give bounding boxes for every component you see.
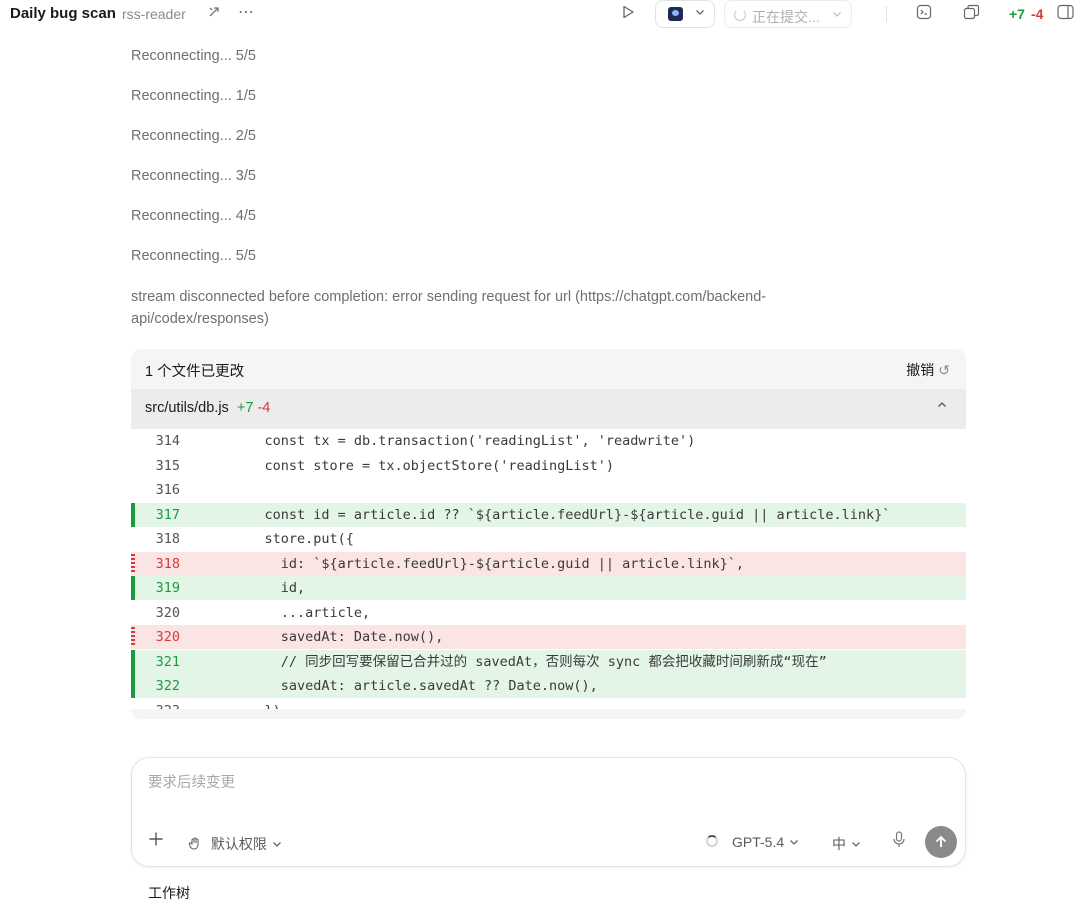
terminal-icon[interactable]: [916, 4, 932, 24]
code-text: ...article,: [232, 604, 371, 621]
diff-line: 320 ...article,: [131, 601, 966, 625]
line-number: 320: [155, 629, 180, 645]
diff-line: 314 const tx = db.transaction('readingLi…: [131, 429, 966, 453]
changes-header: 1 个文件已更改 撤销 ↺: [131, 349, 966, 389]
copy-windows-icon[interactable]: [963, 4, 980, 24]
line-number: 315: [155, 457, 180, 474]
loading-spinner-icon: [706, 835, 718, 847]
line-number: 323: [131, 699, 180, 710]
chevron-up-icon[interactable]: [936, 399, 948, 414]
diff-line-added: 319 id,: [131, 576, 966, 600]
log-message: Reconnecting... 1/5: [131, 88, 256, 104]
line-number: 316: [155, 482, 180, 498]
model-label: GPT-5.4: [732, 834, 785, 850]
reasoning-dropdown[interactable]: 中: [832, 834, 862, 854]
diff-line-added: 322 savedAt: article.savedAt ?? Date.now…: [131, 674, 966, 698]
project-name[interactable]: rss-reader: [122, 6, 186, 22]
line-number: 317: [155, 506, 180, 523]
chevron-down-icon: [850, 836, 862, 852]
chevron-down-icon: [831, 7, 843, 25]
more-icon[interactable]: ⋯: [238, 4, 255, 22]
diff-line: 315 const store = tx.objectStore('readin…: [131, 454, 966, 478]
code-text: savedAt: Date.now(),: [191, 625, 966, 649]
log-message: Reconnecting... 4/5: [131, 208, 256, 224]
diff-line: 323 }): [131, 699, 966, 710]
error-message: stream disconnected before completion: e…: [131, 289, 767, 327]
undo-label: 撤销: [906, 362, 935, 378]
line-number: 320: [155, 604, 180, 621]
model-dropdown[interactable]: GPT-5.4: [732, 834, 800, 850]
commit-status-button[interactable]: 正在提交...: [724, 0, 852, 28]
diff-line-added: 317 const id = article.id ?? `${article.…: [131, 502, 966, 527]
code-text: store.put({: [232, 531, 354, 547]
hand-icon: [188, 836, 206, 852]
app-icon: [668, 7, 683, 21]
log-message: Reconnecting... 5/5: [131, 48, 256, 64]
send-button[interactable]: [925, 826, 957, 858]
code-text: }): [191, 699, 966, 710]
code-text: const id = article.id ?? `${article.feed…: [191, 502, 966, 527]
branch-icon[interactable]: [206, 4, 222, 24]
plus-icon: [149, 832, 163, 846]
file-added-count: +7: [236, 400, 254, 416]
log-message: Reconnecting... 3/5: [131, 168, 256, 184]
line-number: 319: [155, 580, 180, 596]
diff-view: 314 const tx = db.transaction('readingLi…: [131, 429, 966, 709]
spinner-icon: [734, 9, 746, 21]
changes-card: 1 个文件已更改 撤销 ↺ src/utils/db.js +7 -4 314 c…: [131, 349, 966, 719]
app-selector[interactable]: [655, 0, 715, 28]
arrow-up-icon: [935, 835, 947, 847]
line-number: 322: [155, 678, 180, 694]
follow-up-input[interactable]: [146, 774, 950, 792]
file-removed-count: -4: [257, 400, 271, 416]
line-number: 321: [155, 653, 180, 670]
log-message: Reconnecting... 2/5: [131, 128, 256, 144]
diff-line-added: 321 // 同步回写要保留已合并过的 savedAt，否则每次 sync 都会…: [131, 649, 966, 674]
undo-button[interactable]: 撤销 ↺: [906, 360, 950, 380]
diff-line-removed: 320 savedAt: Date.now(),: [131, 625, 966, 649]
line-number: 318: [155, 531, 180, 547]
undo-icon: ↺: [938, 362, 950, 378]
top-bar: Daily bug scan rss-reader ⋯ 正在提交... +7 -…: [0, 0, 1080, 30]
code-text: id,: [191, 576, 966, 600]
log-message: Reconnecting... 5/5: [131, 248, 256, 264]
diff-removed-count[interactable]: -4: [1031, 6, 1043, 22]
permissions-dropdown[interactable]: 默认权限: [188, 834, 283, 854]
sidebar-toggle-icon[interactable]: [1057, 4, 1074, 24]
chevron-down-icon: [271, 836, 283, 852]
thread-title: Daily bug scan: [10, 5, 116, 22]
changes-title: 1 个文件已更改: [145, 364, 245, 380]
divider: [886, 6, 887, 22]
code-text: id: `${article.feedUrl}-${article.guid |…: [191, 551, 966, 576]
chevron-down-icon: [694, 6, 706, 21]
diff-line-removed: 318 id: `${article.feedUrl}-${article.gu…: [131, 551, 966, 576]
code-text: const tx = db.transaction('readingList',…: [232, 433, 696, 449]
line-number: 318: [155, 555, 180, 572]
file-path: src/utils/db.js: [145, 400, 229, 416]
diff-line: 318 store.put({: [131, 527, 966, 551]
file-header[interactable]: src/utils/db.js +7 -4: [131, 389, 966, 429]
code-text: savedAt: article.savedAt ?? Date.now(),: [191, 674, 966, 698]
diff-line: 316: [131, 478, 966, 502]
line-number: 314: [155, 433, 180, 449]
permissions-label: 默认权限: [210, 836, 267, 852]
chevron-down-icon: [788, 834, 800, 850]
commit-status-label: 正在提交...: [752, 9, 820, 25]
diff-added-count[interactable]: +7: [1009, 6, 1025, 22]
worktree-label[interactable]: 工作树: [148, 883, 190, 903]
run-icon[interactable]: [620, 4, 636, 24]
code-text: // 同步回写要保留已合并过的 savedAt，否则每次 sync 都会把收藏时…: [191, 649, 966, 674]
add-attachment-button[interactable]: [148, 830, 164, 853]
microphone-icon[interactable]: [892, 831, 906, 853]
code-text: const store = tx.objectStore('readingLis…: [232, 457, 615, 474]
reasoning-label: 中: [832, 836, 846, 852]
composer: 默认权限 GPT-5.4 中: [131, 757, 966, 867]
